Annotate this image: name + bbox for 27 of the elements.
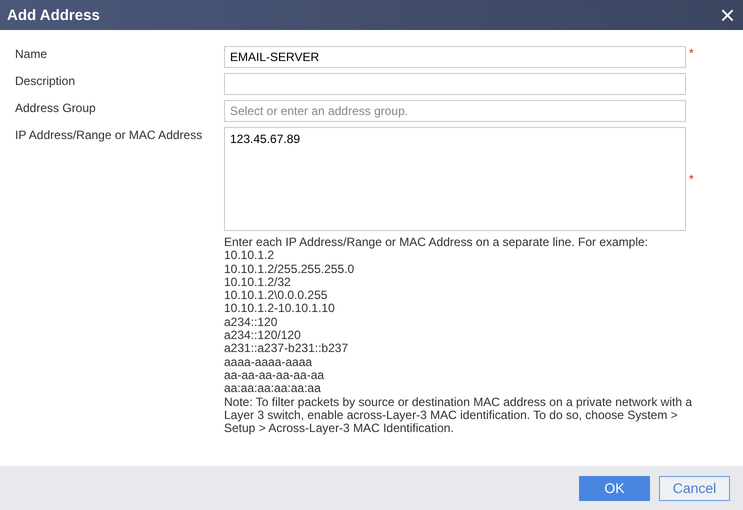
address-textarea[interactable]: 123.45.67.89 <box>224 127 686 231</box>
help-text: Enter each IP Address/Range or MAC Address on a separate line. For example: <box>224 236 650 250</box>
example-text: 10.10.1.2 <box>224 249 276 263</box>
input-field[interactable]: EMAIL-SERVER <box>224 46 686 68</box>
cancel-button[interactable]: Cancel <box>659 476 730 500</box>
field-label: Name <box>15 46 48 61</box>
required-mark: * <box>689 172 694 186</box>
input-field[interactable]: Select or enter an address group. <box>224 100 686 122</box>
required-mark: * <box>689 46 694 60</box>
example-text: aaaa-aaaa-aaaa <box>224 356 314 369</box>
example-text: aa-aa-aa-aa-aa-aa <box>224 368 326 382</box>
field-label: Address Group <box>15 100 97 115</box>
note-text: Note: To filter packets by source or destination MAC address on a private network with a Layer 3 switch, enable across-Layer-3 MAC identification. To do so, choose System > Setup > Across-Layer-3 MAC Identification. <box>224 396 694 436</box>
ok-button[interactable]: OK <box>579 476 650 500</box>
example-text: a234::120 <box>224 316 278 330</box>
example-text: 10.10.1.2-10.10.1.10 <box>224 302 336 316</box>
field-label: Description <box>15 73 76 88</box>
example-text: 10.10.1.2/255.255.255.0 <box>224 262 356 276</box>
example-text: 10.10.1.2\0.0.0.255 <box>224 289 328 302</box>
example-text: a234::120/120 <box>224 329 302 342</box>
example-text: aa:aa:aa:aa:aa:aa <box>224 382 322 396</box>
input-field[interactable] <box>224 73 686 95</box>
window-title: Add Address <box>7 6 100 24</box>
example-text: 10.10.1.2/32 <box>224 276 292 290</box>
example-text: a231::a237-b231::b237 <box>224 342 350 356</box>
close-button[interactable]: × <box>720 2 735 28</box>
field-label: IP Address/Range or MAC Address <box>15 127 204 142</box>
